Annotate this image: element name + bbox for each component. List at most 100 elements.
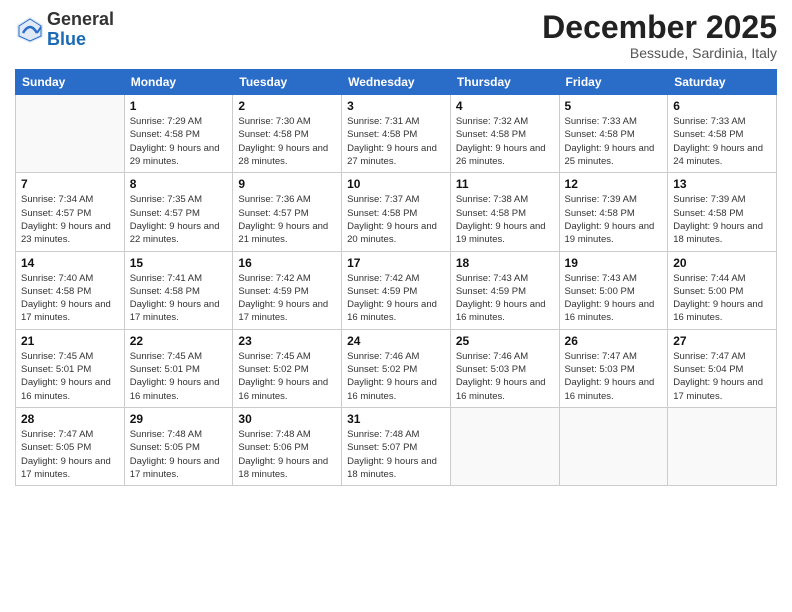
day-info: Sunrise: 7:47 AMSunset: 5:05 PMDaylight:… [21, 428, 119, 481]
calendar-week-3: 21Sunrise: 7:45 AMSunset: 5:01 PMDayligh… [16, 329, 777, 407]
calendar-cell: 17Sunrise: 7:42 AMSunset: 4:59 PMDayligh… [342, 251, 451, 329]
day-number: 11 [456, 177, 554, 191]
day-number: 20 [673, 256, 771, 270]
calendar-cell: 13 Sunrise: 7:39 AMSunset: 4:58 PMDayligh… [668, 173, 777, 251]
calendar-cell: 19 Sunrise: 7:43 AMSunset: 5:00 PMDayligh… [559, 251, 668, 329]
day-number: 27 [673, 334, 771, 348]
calendar-week-0: 1 Sunrise: 7:29 AMSunset: 4:58 PMDaylight… [16, 95, 777, 173]
day-number: 25 [456, 334, 554, 348]
day-number: 30 [238, 412, 336, 426]
weekday-wednesday: Wednesday [342, 70, 451, 95]
calendar-cell: 26Sunrise: 7:47 AMSunset: 5:03 PMDayligh… [559, 329, 668, 407]
day-number: 5 [565, 99, 663, 113]
day-info: Sunrise: 7:47 AMSunset: 5:04 PMDaylight:… [673, 350, 771, 403]
weekday-row: Sunday Monday Tuesday Wednesday Thursday… [16, 70, 777, 95]
calendar-cell: 31 Sunrise: 7:48 AMSunset: 5:07 PMDayligh… [342, 407, 451, 485]
calendar-cell: 25Sunrise: 7:46 AMSunset: 5:03 PMDayligh… [450, 329, 559, 407]
day-number: 6 [673, 99, 771, 113]
calendar-week-1: 7 Sunrise: 7:34 AMSunset: 4:57 PMDaylight… [16, 173, 777, 251]
day-number: 9 [238, 177, 336, 191]
day-info: Sunrise: 7:42 AMSunset: 4:59 PMDaylight:… [238, 272, 336, 325]
calendar-body: 1 Sunrise: 7:29 AMSunset: 4:58 PMDaylight… [16, 95, 777, 486]
day-info: Sunrise: 7:48 AMSunset: 5:06 PMDaylight:… [238, 428, 336, 481]
subtitle: Bessude, Sardinia, Italy [542, 45, 777, 61]
weekday-monday: Monday [124, 70, 233, 95]
day-info: Sunrise: 7:39 AMSunset: 4:58 PMDaylight:… [565, 193, 663, 246]
day-info: Sunrise: 7:34 AMSunset: 4:57 PMDaylight:… [21, 193, 119, 246]
day-number: 15 [130, 256, 228, 270]
weekday-tuesday: Tuesday [233, 70, 342, 95]
day-info: Sunrise: 7:31 AMSunset: 4:58 PMDaylight:… [347, 115, 445, 168]
day-info: Sunrise: 7:37 AMSunset: 4:58 PMDaylight:… [347, 193, 445, 246]
day-number: 22 [130, 334, 228, 348]
logo-icon [15, 15, 45, 45]
day-info: Sunrise: 7:35 AMSunset: 4:57 PMDaylight:… [130, 193, 228, 246]
day-number: 29 [130, 412, 228, 426]
header: General Blue December 2025 Bessude, Sard… [15, 10, 777, 61]
calendar-cell: 30 Sunrise: 7:48 AMSunset: 5:06 PMDayligh… [233, 407, 342, 485]
calendar-cell: 1 Sunrise: 7:29 AMSunset: 4:58 PMDaylight… [124, 95, 233, 173]
day-info: Sunrise: 7:43 AMSunset: 4:59 PMDaylight:… [456, 272, 554, 325]
day-info: Sunrise: 7:30 AMSunset: 4:58 PMDaylight:… [238, 115, 336, 168]
day-info: Sunrise: 7:48 AMSunset: 5:07 PMDaylight:… [347, 428, 445, 481]
day-number: 19 [565, 256, 663, 270]
day-info: Sunrise: 7:45 AMSunset: 5:01 PMDaylight:… [21, 350, 119, 403]
day-number: 18 [456, 256, 554, 270]
day-number: 7 [21, 177, 119, 191]
calendar-cell: 9 Sunrise: 7:36 AMSunset: 4:57 PMDaylight… [233, 173, 342, 251]
day-number: 13 [673, 177, 771, 191]
calendar-cell: 5 Sunrise: 7:33 AMSunset: 4:58 PMDaylight… [559, 95, 668, 173]
calendar-week-4: 28Sunrise: 7:47 AMSunset: 5:05 PMDayligh… [16, 407, 777, 485]
day-info: Sunrise: 7:43 AMSunset: 5:00 PMDaylight:… [565, 272, 663, 325]
day-info: Sunrise: 7:45 AMSunset: 5:02 PMDaylight:… [238, 350, 336, 403]
day-number: 10 [347, 177, 445, 191]
logo-blue-text: Blue [47, 30, 114, 50]
day-info: Sunrise: 7:48 AMSunset: 5:05 PMDaylight:… [130, 428, 228, 481]
day-info: Sunrise: 7:33 AMSunset: 4:58 PMDaylight:… [565, 115, 663, 168]
day-number: 2 [238, 99, 336, 113]
day-info: Sunrise: 7:29 AMSunset: 4:58 PMDaylight:… [130, 115, 228, 168]
title-area: December 2025 Bessude, Sardinia, Italy [542, 10, 777, 61]
calendar-cell: 3Sunrise: 7:31 AMSunset: 4:58 PMDaylight… [342, 95, 451, 173]
day-info: Sunrise: 7:33 AMSunset: 4:58 PMDaylight:… [673, 115, 771, 168]
day-number: 1 [130, 99, 228, 113]
calendar-cell [668, 407, 777, 485]
calendar-cell: 24Sunrise: 7:46 AMSunset: 5:02 PMDayligh… [342, 329, 451, 407]
calendar-cell: 27 Sunrise: 7:47 AMSunset: 5:04 PMDayligh… [668, 329, 777, 407]
calendar-cell: 4 Sunrise: 7:32 AMSunset: 4:58 PMDaylight… [450, 95, 559, 173]
day-number: 12 [565, 177, 663, 191]
day-number: 23 [238, 334, 336, 348]
day-info: Sunrise: 7:39 AMSunset: 4:58 PMDaylight:… [673, 193, 771, 246]
calendar-cell: 14Sunrise: 7:40 AMSunset: 4:58 PMDayligh… [16, 251, 125, 329]
day-info: Sunrise: 7:47 AMSunset: 5:03 PMDaylight:… [565, 350, 663, 403]
calendar-cell: 16Sunrise: 7:42 AMSunset: 4:59 PMDayligh… [233, 251, 342, 329]
calendar-cell: 23 Sunrise: 7:45 AMSunset: 5:02 PMDayligh… [233, 329, 342, 407]
calendar-cell: 11 Sunrise: 7:38 AMSunset: 4:58 PMDayligh… [450, 173, 559, 251]
calendar-table: Sunday Monday Tuesday Wednesday Thursday… [15, 69, 777, 486]
calendar-cell: 6 Sunrise: 7:33 AMSunset: 4:58 PMDaylight… [668, 95, 777, 173]
weekday-sunday: Sunday [16, 70, 125, 95]
calendar-cell: 18 Sunrise: 7:43 AMSunset: 4:59 PMDayligh… [450, 251, 559, 329]
day-number: 8 [130, 177, 228, 191]
day-number: 4 [456, 99, 554, 113]
day-info: Sunrise: 7:32 AMSunset: 4:58 PMDaylight:… [456, 115, 554, 168]
calendar-cell: 10 Sunrise: 7:37 AMSunset: 4:58 PMDayligh… [342, 173, 451, 251]
calendar-cell [16, 95, 125, 173]
weekday-thursday: Thursday [450, 70, 559, 95]
day-info: Sunrise: 7:44 AMSunset: 5:00 PMDaylight:… [673, 272, 771, 325]
day-info: Sunrise: 7:38 AMSunset: 4:58 PMDaylight:… [456, 193, 554, 246]
page-container: General Blue December 2025 Bessude, Sard… [0, 0, 792, 612]
day-number: 14 [21, 256, 119, 270]
calendar-cell: 22 Sunrise: 7:45 AMSunset: 5:01 PMDayligh… [124, 329, 233, 407]
calendar-week-2: 14Sunrise: 7:40 AMSunset: 4:58 PMDayligh… [16, 251, 777, 329]
day-number: 31 [347, 412, 445, 426]
day-info: Sunrise: 7:46 AMSunset: 5:02 PMDaylight:… [347, 350, 445, 403]
logo: General Blue [15, 10, 114, 50]
calendar-cell [450, 407, 559, 485]
day-info: Sunrise: 7:36 AMSunset: 4:57 PMDaylight:… [238, 193, 336, 246]
day-info: Sunrise: 7:45 AMSunset: 5:01 PMDaylight:… [130, 350, 228, 403]
calendar-cell: 29 Sunrise: 7:48 AMSunset: 5:05 PMDayligh… [124, 407, 233, 485]
day-info: Sunrise: 7:41 AMSunset: 4:58 PMDaylight:… [130, 272, 228, 325]
weekday-friday: Friday [559, 70, 668, 95]
logo-general-text: General [47, 10, 114, 30]
